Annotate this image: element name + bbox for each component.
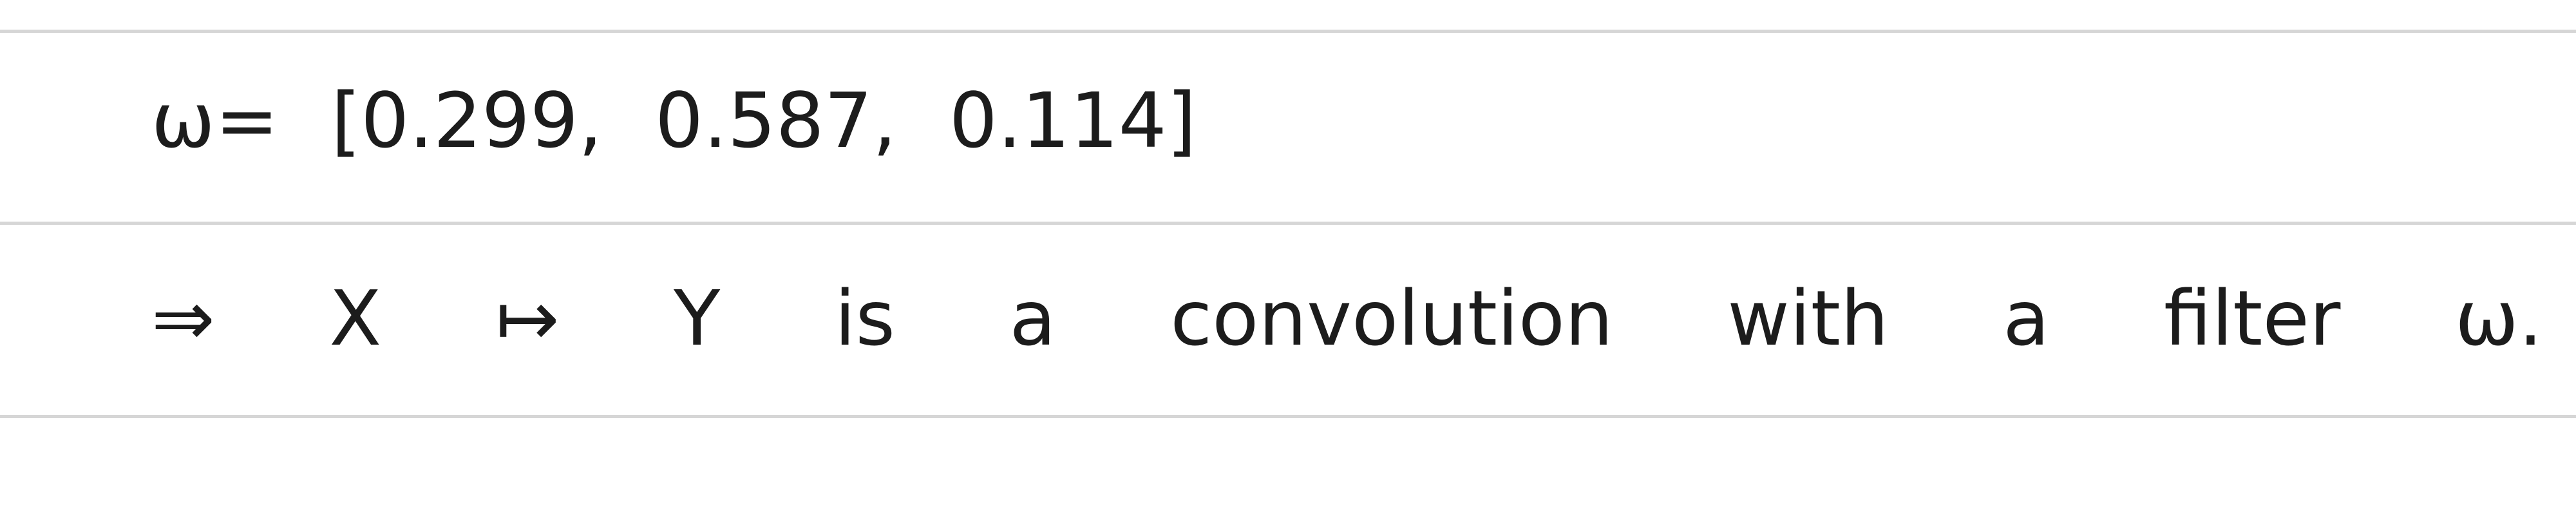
- handwritten-weight-vector: ω= [0.299, 0.587, 0.114]: [151, 76, 1197, 165]
- handwritten-convolution-statement: ⇒ X ↦ Y is a convolution with a filter ω…: [151, 274, 2543, 363]
- ruled-line: [0, 30, 2576, 33]
- ruled-line: [0, 222, 2576, 225]
- notebook-page: ω= [0.299, 0.587, 0.114] ⇒ X ↦ Y is a co…: [0, 0, 2576, 516]
- ruled-line: [0, 415, 2576, 418]
